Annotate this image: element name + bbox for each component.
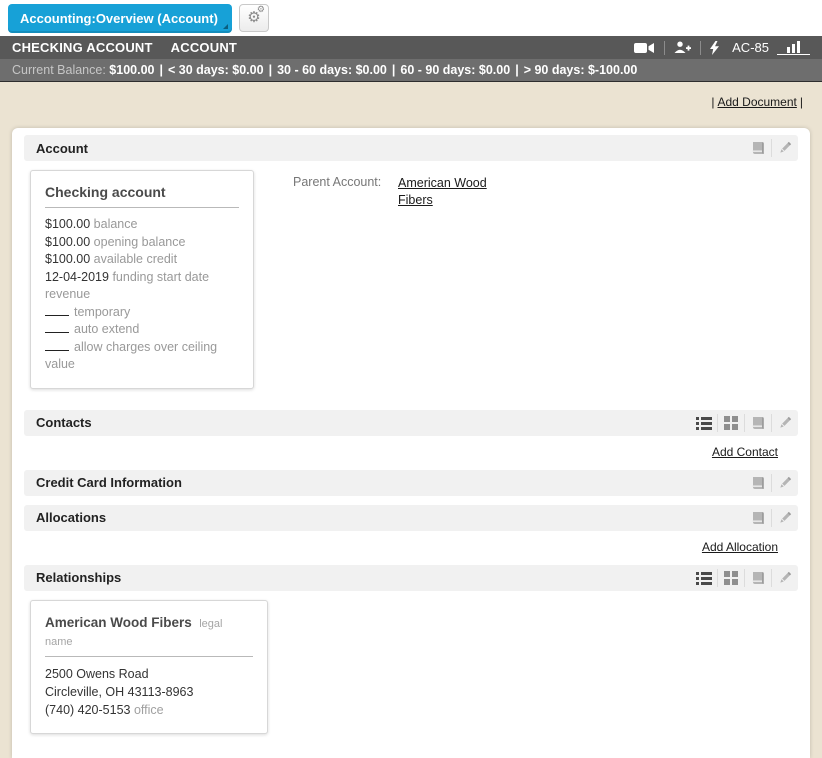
book-icon[interactable] [744,509,771,527]
header-actions: AC-85 [625,40,810,55]
add-document-link[interactable]: Add Document [717,95,796,109]
pipe-separator: | [797,95,806,109]
parent-account-link[interactable]: American Wood Fibers [398,175,490,389]
account-section-body: Checking account $100.00 balance $100.00… [24,161,798,410]
account-field-blank: temporary [45,304,239,322]
account-field: 12-04-2019 funding start date revenue [45,269,239,304]
settings-button[interactable]: ⚙⚙ [239,4,269,32]
pencil-icon[interactable] [771,474,798,492]
section-title: Allocations [36,510,106,525]
section-actions [690,565,798,591]
relationship-phone-row: (740) 420-5153 office [45,701,253,719]
bar-chart-icon[interactable] [777,41,810,55]
relationships-section-body: American Wood Fibers legal name 2500 Owe… [24,591,798,738]
pencil-icon[interactable] [771,509,798,527]
section-header-allocations: Allocations [24,505,798,531]
blank-value-line [45,322,69,333]
video-camera-icon[interactable] [625,42,664,54]
status-label: > 90 days: [524,63,585,77]
relationship-card-title-row: American Wood Fibers legal name [45,614,253,657]
section-actions [744,135,798,161]
account-card[interactable]: Checking account $100.00 balance $100.00… [30,170,254,389]
record-title: CHECKING ACCOUNT [12,40,153,55]
add-contact-link[interactable]: Add Contact [712,445,778,459]
section-header-relationships: Relationships [24,565,798,591]
relationship-phone-label: office [134,703,164,717]
list-view-icon[interactable] [690,569,717,587]
status-label: 30 - 60 days: [277,63,352,77]
pencil-icon[interactable] [771,139,798,157]
main-panel: Account Checking account $100.00 balance… [12,128,810,758]
status-value: $-100.00 [588,63,637,77]
contacts-actions-row: Add Contact [24,436,798,470]
pencil-icon[interactable] [771,414,798,432]
section-actions [690,410,798,436]
relationship-phone: (740) 420-5153 [45,703,130,717]
relationship-name: American Wood Fibers [45,615,192,630]
blank-value-line [45,340,69,351]
parent-account-label: Parent Account: [293,175,398,389]
relationship-card[interactable]: American Wood Fibers legal name 2500 Owe… [30,600,268,734]
account-field-blank: allow charges over ceiling value [45,339,239,374]
status-separator: | [264,63,278,77]
parent-account-row: Parent Account: American Wood Fibers [293,170,490,389]
section-actions [744,505,798,531]
status-label: < 30 days: [168,63,229,77]
status-label: 60 - 90 days: [400,63,475,77]
tab-bar: Accounting:Overview (Account) ⚙⚙ [0,0,822,36]
status-separator: | [510,63,524,77]
section-header-credit-card: Credit Card Information [24,470,798,496]
pencil-icon[interactable] [771,569,798,587]
status-separator: | [154,63,168,77]
record-code: AC-85 [732,40,769,55]
section-title: Account [36,141,88,156]
status-label: Current Balance: [12,63,106,77]
record-type: ACCOUNT [171,40,237,55]
section-title: Relationships [36,570,121,585]
tab-label: Accounting:Overview (Account) [20,11,218,26]
section-title: Credit Card Information [36,475,182,490]
gears-icon: ⚙⚙ [247,9,260,26]
add-person-icon[interactable] [665,41,700,54]
list-view-icon[interactable] [690,414,717,432]
section-header-account: Account [24,135,798,161]
relationship-address-line2: Circleville, OH 43113-8963 [45,683,253,701]
account-field: $100.00 available credit [45,251,239,269]
aging-status-bar: Current Balance: $100.00 | < 30 days: $0… [0,59,822,82]
status-value: $0.00 [479,63,510,77]
grid-view-icon[interactable] [717,569,744,587]
status-value: $100.00 [109,63,154,77]
section-title: Contacts [36,415,92,430]
lightning-icon[interactable] [701,41,728,55]
status-value: $0.00 [232,63,263,77]
account-card-title: Checking account [45,184,239,208]
status-value: $0.00 [356,63,387,77]
book-icon[interactable] [744,569,771,587]
book-icon[interactable] [744,139,771,157]
tab-accounting-overview[interactable]: Accounting:Overview (Account) [8,4,232,33]
record-header-bar: CHECKING ACCOUNT ACCOUNT AC-85 [0,36,822,59]
add-allocation-link[interactable]: Add Allocation [702,540,778,554]
status-separator: | [387,63,401,77]
tab-dropdown-arrow-icon [223,24,228,29]
account-field: $100.00 opening balance [45,234,239,252]
section-actions [744,470,798,496]
grid-view-icon[interactable] [717,414,744,432]
section-header-contacts: Contacts [24,410,798,436]
account-field: $100.00 balance [45,216,239,234]
relationship-address-line1: 2500 Owens Road [45,665,253,683]
document-actions-row: |Add Document| [0,82,822,128]
account-field-blank: auto extend [45,321,239,339]
blank-value-line [45,305,69,316]
book-icon[interactable] [744,474,771,492]
book-icon[interactable] [744,414,771,432]
allocations-actions-row: Add Allocation [24,531,798,565]
